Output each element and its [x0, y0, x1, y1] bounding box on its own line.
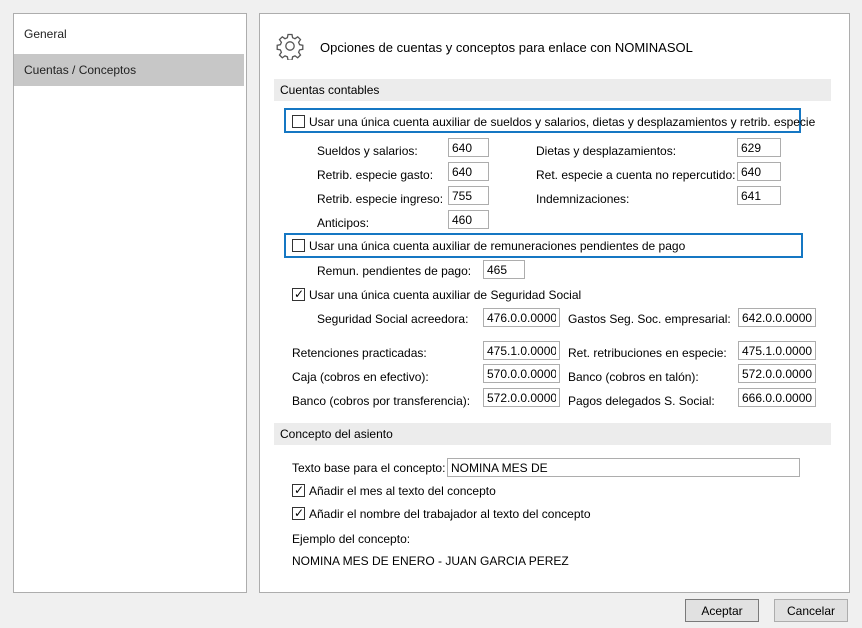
retenciones-field[interactable] [483, 341, 560, 360]
label-unica-remun: Usar una única cuenta auxiliar de remune… [309, 239, 686, 253]
checkbox-anadir-mes[interactable]: ✓ [292, 483, 305, 497]
label-gastos-ss: Gastos Seg. Soc. empresarial: [568, 312, 731, 326]
pagos-delegados-field[interactable] [738, 388, 816, 407]
banco-talon-field[interactable] [738, 364, 816, 383]
gastos-ss-field[interactable] [738, 308, 816, 327]
sueldos-field[interactable] [448, 138, 489, 157]
label-ret-retribuciones: Ret. retribuciones en especie: [568, 346, 727, 360]
section-cuentas-contables: Cuentas contables [274, 79, 831, 101]
ret-especie-field[interactable] [737, 162, 781, 181]
label-ejemplo: Ejemplo del concepto: [292, 532, 411, 546]
label-retenciones: Retenciones practicadas: [292, 346, 427, 360]
checkbox-unica-sueldos[interactable] [292, 115, 305, 128]
label-retrib-gasto: Retrib. especie gasto: [317, 168, 434, 182]
gear-icon [276, 32, 304, 61]
checkbox-anadir-nombre[interactable]: ✓ [292, 506, 305, 520]
label-ret-especie: Ret. especie a cuenta no repercutido: [536, 168, 736, 182]
checkmark-icon: ✓ [294, 483, 305, 497]
label-ss-acreedora: Seguridad Social acreedora: [317, 312, 469, 326]
label-remun: Remun. pendientes de pago: [317, 264, 472, 278]
options-panel: Opciones de cuentas y conceptos para enl… [259, 13, 850, 593]
label-anticipos: Anticipos: [317, 216, 370, 230]
label-caja: Caja (cobros en efectivo): [292, 370, 429, 384]
label-pagos-delegados: Pagos delegados S. Social: [568, 394, 715, 408]
indemnizaciones-field[interactable] [737, 186, 781, 205]
ret-retribuciones-field[interactable] [738, 341, 816, 360]
label-sueldos: Sueldos y salarios: [317, 144, 418, 158]
checkbox-unica-ss[interactable]: ✓ [292, 287, 305, 301]
ss-acreedora-field[interactable] [483, 308, 560, 327]
checkmark-icon: ✓ [294, 287, 305, 301]
label-anadir-mes: Añadir el mes al texto del concepto [309, 484, 496, 498]
label-unica-sueldos: Usar una única cuenta auxiliar de sueldo… [309, 115, 816, 129]
label-banco-transf: Banco (cobros por transferencia): [292, 394, 471, 408]
sidebar-item-general[interactable]: General [14, 18, 244, 50]
caja-field[interactable] [483, 364, 560, 383]
label-retrib-ingreso: Retrib. especie ingreso: [317, 192, 444, 206]
dietas-field[interactable] [737, 138, 781, 157]
banco-transf-field[interactable] [483, 388, 560, 407]
label-indemnizaciones: Indemnizaciones: [536, 192, 630, 206]
ejemplo-concepto-value: NOMINA MES DE ENERO - JUAN GARCIA PEREZ [292, 554, 569, 568]
sidebar-item-cuentas-conceptos[interactable]: Cuentas / Conceptos [14, 54, 244, 86]
checkmark-icon: ✓ [294, 506, 305, 520]
retrib-gasto-field[interactable] [448, 162, 489, 181]
aceptar-button[interactable]: Aceptar [685, 599, 759, 622]
sidebar: General Cuentas / Conceptos [13, 13, 247, 593]
label-banco-talon: Banco (cobros en talón): [568, 370, 699, 384]
page-title: Opciones de cuentas y conceptos para enl… [320, 40, 693, 55]
section-concepto-asiento: Concepto del asiento [274, 423, 831, 445]
remun-field[interactable] [483, 260, 525, 279]
checkbox-unica-remun[interactable] [292, 239, 305, 252]
label-unica-ss: Usar una única cuenta auxiliar de Seguri… [309, 288, 582, 302]
texto-base-field[interactable] [447, 458, 800, 477]
label-dietas: Dietas y desplazamientos: [536, 144, 677, 158]
anticipos-field[interactable] [448, 210, 489, 229]
retrib-ingreso-field[interactable] [448, 186, 489, 205]
label-anadir-nombre: Añadir el nombre del trabajador al texto… [309, 507, 591, 521]
label-texto-base: Texto base para el concepto: [292, 461, 446, 475]
cancelar-button[interactable]: Cancelar [774, 599, 848, 622]
